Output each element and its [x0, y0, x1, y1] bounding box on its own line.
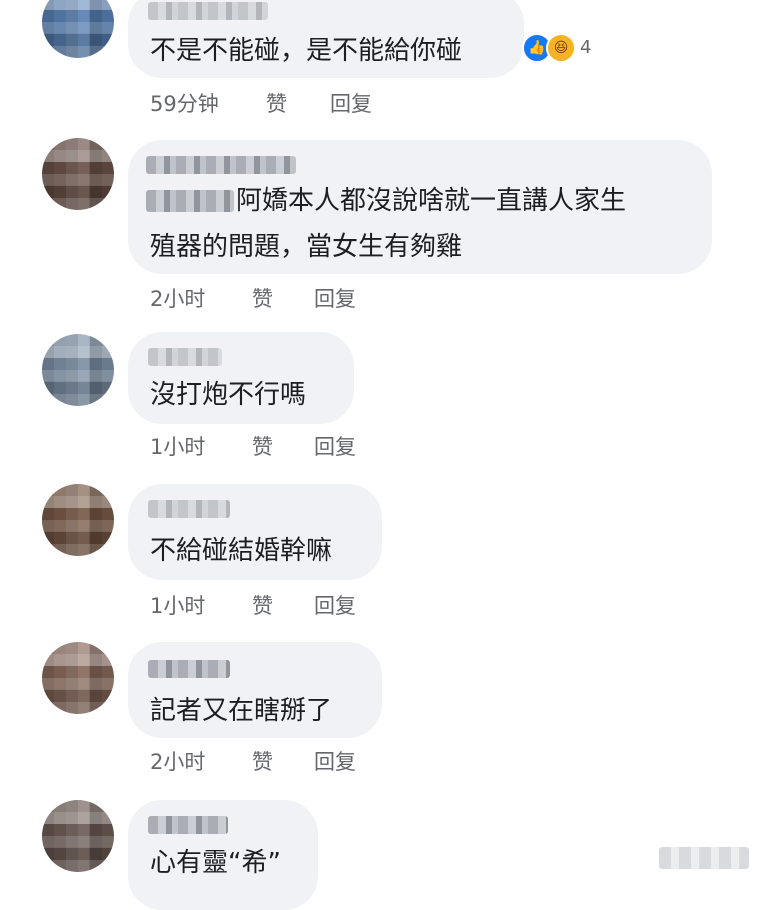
like-button[interactable]: 赞	[252, 431, 273, 461]
comment-text: 不給碰結婚幹嘛	[150, 536, 333, 566]
reaction-summary[interactable]: 👍 😆 4	[522, 33, 602, 63]
haha-icon: 😆	[546, 33, 576, 63]
commenter-name-redacted[interactable]	[148, 348, 222, 366]
commenter-name-redacted[interactable]	[148, 816, 228, 834]
timestamp: 2小时	[150, 287, 206, 311]
comment-meta: 59分钟 赞 回复	[150, 88, 450, 116]
comment-text: 不是不能碰，是不能給你碰	[150, 36, 463, 66]
avatar[interactable]	[42, 484, 114, 556]
commenter-name-redacted[interactable]	[148, 500, 230, 518]
commenter-name-redacted-2	[146, 190, 234, 212]
commenter-name-redacted[interactable]	[148, 660, 230, 678]
watermark-redacted	[659, 847, 749, 869]
avatar[interactable]	[42, 800, 114, 872]
avatar[interactable]	[42, 0, 114, 58]
comment-text: 心有靈“希”	[150, 848, 281, 878]
avatar[interactable]	[42, 334, 114, 406]
reply-button[interactable]: 回复	[314, 746, 356, 776]
like-button[interactable]: 赞	[266, 88, 287, 118]
comment-text-line-1: 阿嬌本人都沒說啥就一直講人家生	[236, 186, 627, 216]
avatar[interactable]	[42, 138, 114, 210]
comment-meta: 2小时 赞 回复	[150, 746, 450, 774]
reaction-count: 4	[580, 37, 592, 58]
timestamp: 1小时	[150, 435, 206, 459]
reply-button[interactable]: 回复	[314, 283, 356, 313]
comment-text: 沒打炮不行嗎	[150, 380, 307, 410]
like-button[interactable]: 赞	[252, 590, 273, 620]
commenter-name-redacted[interactable]	[148, 2, 268, 20]
like-button[interactable]: 赞	[252, 746, 273, 776]
timestamp: 2小时	[150, 750, 206, 774]
comment-meta: 1小时 赞 回复	[150, 431, 450, 459]
timestamp: 1小时	[150, 594, 206, 618]
reply-button[interactable]: 回复	[314, 431, 356, 461]
comment-text-line-2: 殖器的問題，當女生有夠雞	[150, 232, 463, 262]
comment-text: 記者又在瞎掰了	[150, 696, 333, 726]
avatar[interactable]	[42, 642, 114, 714]
commenter-name-redacted[interactable]	[146, 156, 296, 174]
comment-meta: 1小时 赞 回复	[150, 590, 450, 618]
like-button[interactable]: 赞	[252, 283, 273, 313]
timestamp: 59分钟	[150, 92, 219, 116]
reply-button[interactable]: 回复	[330, 88, 372, 118]
reply-button[interactable]: 回复	[314, 590, 356, 620]
comment-meta: 2小时 赞 回复	[150, 283, 450, 311]
